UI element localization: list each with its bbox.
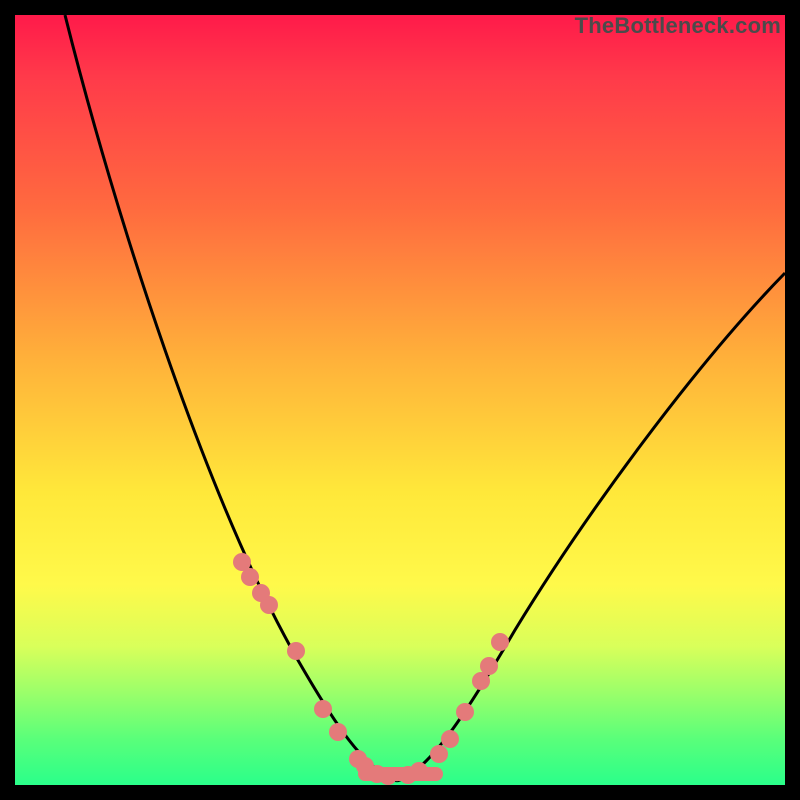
v-curve: [65, 15, 785, 781]
chart-svg: [15, 15, 785, 785]
dot-series: [233, 553, 509, 785]
chart-frame: TheBottleneck.com: [15, 15, 785, 785]
curve-left-branch: [65, 15, 397, 781]
curve-right-branch: [397, 273, 785, 781]
